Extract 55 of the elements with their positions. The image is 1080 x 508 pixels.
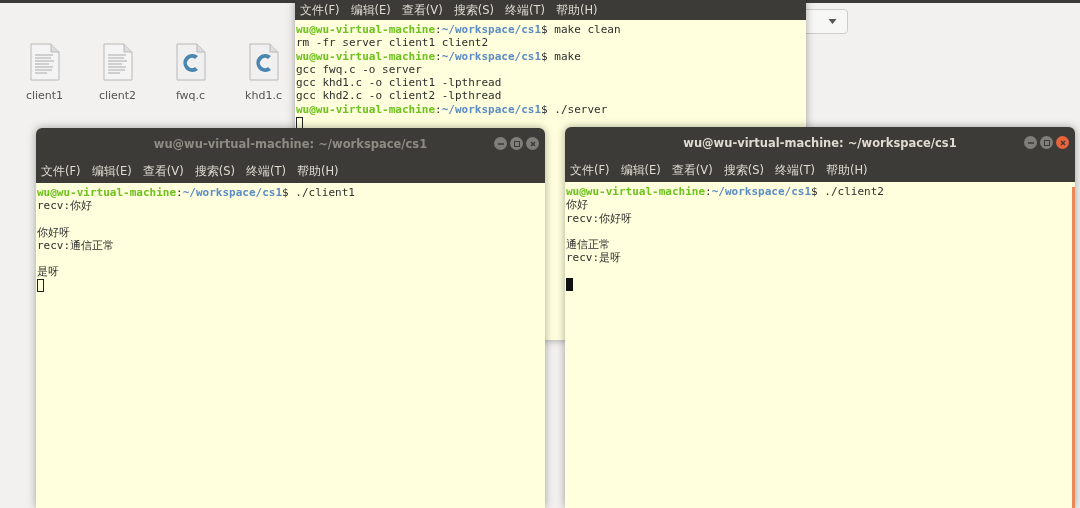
file-name[interactable]: fwq.c	[175, 89, 206, 102]
terminal-line: gcc fwq.c -o server	[296, 62, 423, 77]
close-icon	[527, 138, 538, 149]
terminal-line: wu@wu-virtual-machine:~/workspace/cs1$ ./client1	[37, 186, 356, 200]
menu-item[interactable]: 编辑(E)	[349, 2, 392, 18]
terminal-line: 你好呀	[37, 225, 70, 239]
menu-item[interactable]: 帮助(H)	[554, 2, 599, 18]
close-button[interactable]	[1056, 136, 1069, 149]
minimize-button[interactable]	[494, 137, 507, 150]
terminal-line: recv:是呀	[566, 251, 623, 265]
maximize-button[interactable]	[1040, 136, 1053, 149]
terminal-line: gcc khd2.c -o client2 -lpthread	[296, 89, 503, 103]
menu-item[interactable]: 文件(F)	[40, 164, 82, 179]
c-source-file-icon[interactable]	[248, 43, 279, 81]
menu-item[interactable]: 搜索(S)	[722, 163, 765, 178]
caret-icon	[828, 19, 837, 24]
menu-item[interactable]: 终端(T)	[503, 2, 546, 18]
menu-item[interactable]: 查看(V)	[670, 163, 714, 178]
menu-item[interactable]: 帮助(H)	[295, 164, 340, 179]
menu-item[interactable]: 查看(V)	[141, 164, 185, 179]
terminal-line: recv:通信正常	[37, 238, 116, 253]
dropdown[interactable]	[804, 9, 848, 34]
menu-item[interactable]: 搜索(S)	[193, 164, 236, 179]
menu-item[interactable]: 查看(V)	[400, 2, 444, 18]
terminal-line: wu@wu-virtual-machine:~/workspace/cs1$ ./server	[296, 102, 609, 117]
terminal-line: recv:你好呀	[566, 211, 634, 225]
menu-item[interactable]: 帮助(H)	[824, 163, 869, 178]
menu-item[interactable]: 编辑(E)	[619, 163, 662, 178]
menu-item[interactable]: 文件(F)	[299, 2, 341, 18]
file-name[interactable]: khd1.c	[245, 89, 282, 102]
menu-item[interactable]: 文件(F)	[569, 163, 611, 178]
close-icon	[1057, 137, 1068, 148]
close-button[interactable]	[526, 137, 539, 150]
terminal-line: rm -fr server client1 client2	[296, 36, 490, 50]
menu-item[interactable]: 搜索(S)	[452, 2, 495, 18]
terminal-line: 是呀	[37, 265, 60, 279]
window-title: wu@wu-virtual-machine: ~/workspace/cs1	[683, 136, 957, 150]
terminal-line: wu@wu-virtual-machine:~/workspace/cs1$ make clean	[296, 23, 622, 37]
menu-item[interactable]: 编辑(E)	[90, 164, 133, 179]
terminal-line: recv:你好	[37, 199, 94, 213]
menu-item[interactable]: 终端(T)	[244, 164, 287, 179]
maximize-button[interactable]	[510, 137, 523, 150]
terminal-line: gcc khd1.c -o client1 -lpthread	[296, 76, 503, 90]
file-name[interactable]: client1	[25, 89, 64, 102]
text-file-icon[interactable]	[29, 43, 60, 81]
minimize-button[interactable]	[1024, 136, 1037, 149]
text-file-icon[interactable]	[102, 43, 133, 81]
window-title: wu@wu-virtual-machine: ~/workspace/cs1	[153, 137, 428, 151]
terminal-line: wu@wu-virtual-machine:~/workspace/cs1$ ./client2	[566, 185, 885, 199]
terminal-line: wu@wu-virtual-machine:~/workspace/cs1$ make	[296, 49, 582, 63]
c-source-file-icon[interactable]	[175, 43, 206, 81]
menu-item[interactable]: 终端(T)	[773, 163, 816, 178]
terminal-line: 通信正常	[566, 237, 611, 252]
terminal-line: 你好	[566, 198, 589, 212]
file-name[interactable]: client2	[98, 89, 137, 102]
